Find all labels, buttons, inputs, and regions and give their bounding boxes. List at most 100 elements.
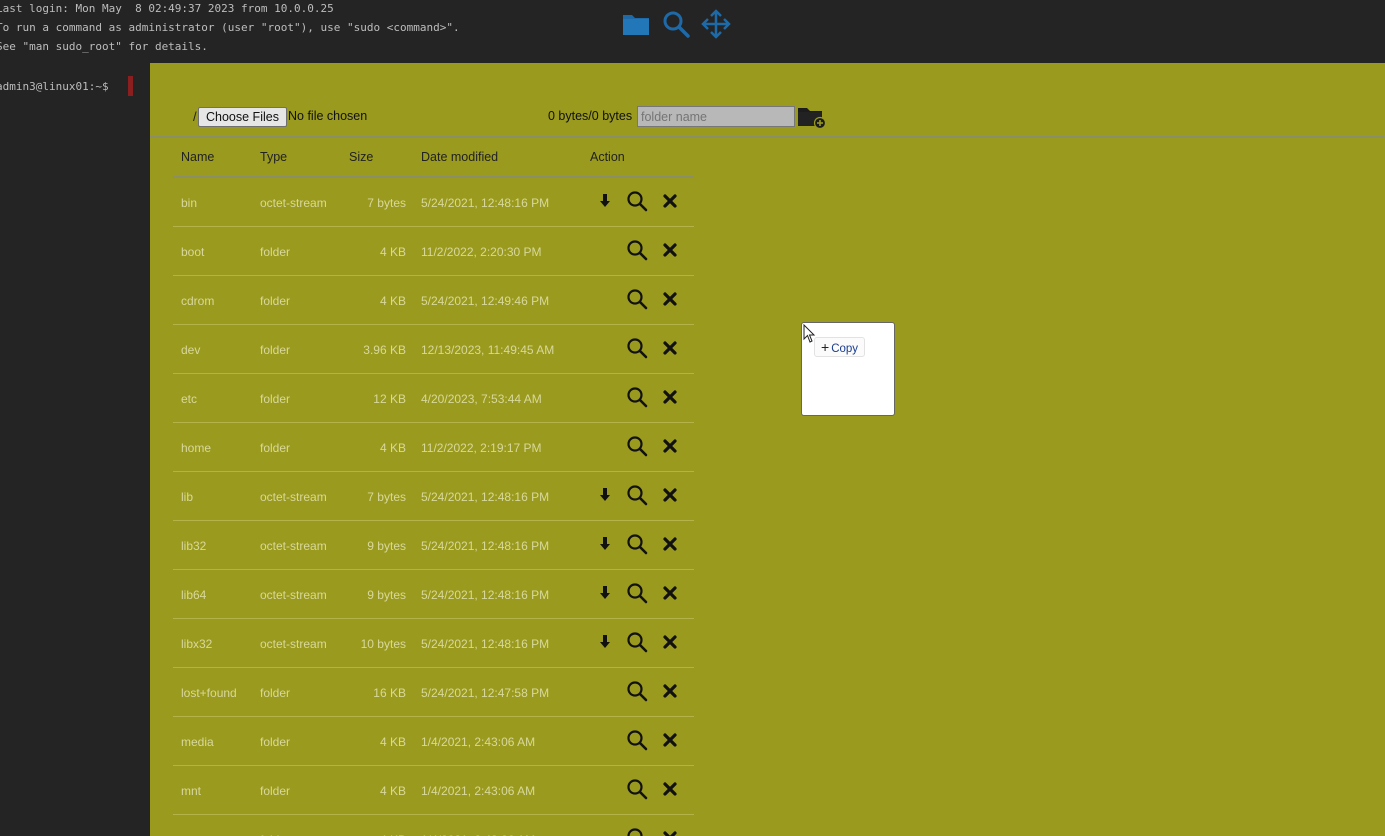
download-icon[interactable] bbox=[594, 190, 616, 212]
file-name[interactable]: lib64 bbox=[181, 588, 206, 602]
table-row[interactable]: optfolder4 KB1/4/2021, 2:43:06 AM bbox=[173, 815, 694, 836]
plus-icon: + bbox=[821, 339, 830, 355]
view-icon[interactable] bbox=[626, 190, 648, 212]
view-icon[interactable] bbox=[626, 680, 648, 702]
delete-icon[interactable] bbox=[659, 190, 681, 212]
file-size: 4 KB bbox=[379, 245, 406, 259]
file-date: 5/24/2021, 12:48:16 PM bbox=[421, 196, 550, 210]
choose-files-button[interactable]: Choose Files bbox=[198, 107, 287, 127]
file-name[interactable]: lost+found bbox=[181, 686, 237, 700]
file-type: folder bbox=[260, 245, 291, 259]
view-icon[interactable] bbox=[626, 533, 648, 555]
copy-button[interactable]: + Copy bbox=[814, 337, 866, 357]
search-icon[interactable] bbox=[660, 8, 692, 40]
table-row[interactable]: home folder 4 KB 11/2/2022, 2:19:17 PM bbox=[173, 423, 694, 472]
delete-icon[interactable] bbox=[659, 631, 681, 653]
file-type: octet-stream bbox=[260, 637, 327, 651]
file-date: 5/24/2021, 12:47:58 PM bbox=[421, 686, 550, 700]
file-name[interactable]: media bbox=[181, 735, 214, 749]
table-row[interactable]: lib32 octet-stream 9 bytes 5/24/2021, 12:48… bbox=[173, 521, 694, 570]
delete-icon[interactable] bbox=[659, 288, 681, 310]
table-row[interactable]: cdrom folder 4 KB 5/24/2021, 12:49:46 PM bbox=[173, 276, 694, 325]
delete-icon[interactable] bbox=[659, 680, 681, 702]
file-size: 10 bytes bbox=[360, 637, 406, 651]
delete-icon[interactable] bbox=[659, 484, 681, 506]
table-row[interactable]: mnt folder 4 KB 1/4/2021, 2:43:06 AM bbox=[173, 766, 694, 815]
file-size: 7 bytes bbox=[367, 196, 406, 210]
table-row[interactable]: boot folder 4 KB 11/2/2022, 2:20:30 PM bbox=[173, 227, 694, 276]
move-icon[interactable] bbox=[700, 8, 732, 40]
table-row[interactable]: etc folder 12 KB 4/20/2023, 7:53:44 AM bbox=[173, 374, 694, 423]
file-name[interactable]: libx32 bbox=[181, 637, 212, 651]
file-name[interactable]: lib32 bbox=[181, 539, 206, 553]
table-row[interactable]: lib64 octet-stream 9 bytes 5/24/2021, 12:48… bbox=[173, 570, 694, 619]
table-row[interactable]: media folder 4 KB 1/4/2021, 2:43:06 AM bbox=[173, 717, 694, 766]
delete-icon[interactable] bbox=[659, 827, 681, 836]
file-size: 7 bytes bbox=[367, 490, 406, 504]
file-date: 1/4/2021, 2:43:06 AM bbox=[421, 735, 536, 749]
view-icon[interactable] bbox=[626, 729, 648, 751]
upload-bar: / Choose Files No file chosen 0 bytes/0 … bbox=[150, 63, 1385, 138]
table-row[interactable]: lost+found folder 16 KB 5/24/2021, 12:47:58… bbox=[173, 668, 694, 717]
file-size: 3.96 KB bbox=[363, 343, 406, 357]
download-icon[interactable] bbox=[594, 582, 616, 604]
delete-icon[interactable] bbox=[659, 582, 681, 604]
file-name[interactable]: dev bbox=[181, 343, 200, 357]
view-icon[interactable] bbox=[626, 778, 648, 800]
folder-name-input[interactable] bbox=[637, 106, 795, 127]
view-icon[interactable] bbox=[626, 484, 648, 506]
copy-label: Copy bbox=[831, 343, 859, 355]
header-type[interactable]: Type bbox=[260, 150, 287, 164]
terminal-line: Last login: Mon May 8 02:49:37 2023 from… bbox=[0, 2, 334, 15]
delete-icon[interactable] bbox=[659, 435, 681, 457]
new-folder-icon[interactable] bbox=[797, 105, 827, 130]
file-date: 11/2/2022, 2:19:17 PM bbox=[421, 441, 542, 455]
file-name[interactable]: home bbox=[181, 441, 211, 455]
header-size[interactable]: Size bbox=[349, 150, 373, 164]
table-header: Name Type Size Date modified Action bbox=[173, 141, 694, 178]
file-name[interactable]: etc bbox=[181, 392, 197, 406]
file-name[interactable]: bin bbox=[181, 196, 197, 210]
delete-icon[interactable] bbox=[659, 533, 681, 555]
file-type: folder bbox=[260, 294, 291, 308]
table-body: bin octet-stream 7 bytes 5/24/2021, 12:48:1… bbox=[173, 178, 694, 836]
delete-icon[interactable] bbox=[659, 778, 681, 800]
file-name[interactable]: cdrom bbox=[181, 294, 214, 308]
view-icon[interactable] bbox=[626, 386, 648, 408]
view-icon[interactable] bbox=[626, 631, 648, 653]
download-icon[interactable] bbox=[594, 631, 616, 653]
table-row[interactable]: bin octet-stream 7 bytes 5/24/2021, 12:48:1… bbox=[173, 178, 694, 227]
file-date: 5/24/2021, 12:49:46 PM bbox=[421, 294, 550, 308]
terminal-prompt: admin3@linux01:~$ bbox=[0, 80, 116, 93]
table-row[interactable]: dev folder 3.96 KB 12/13/2023, 11:49:45 AM bbox=[173, 325, 694, 374]
table-row[interactable]: libx32 octet-stream 10 bytes 5/24/2021, 12:… bbox=[173, 619, 694, 668]
table-row[interactable]: lib octet-stream 7 bytes 5/24/2021, 12:48:1… bbox=[173, 472, 694, 521]
file-type: folder bbox=[260, 784, 291, 798]
file-size: 9 bytes bbox=[367, 588, 406, 602]
terminal-cursor bbox=[128, 76, 133, 96]
file-size: 12 KB bbox=[373, 392, 406, 406]
view-icon[interactable] bbox=[626, 239, 648, 261]
file-name[interactable]: mnt bbox=[181, 784, 201, 798]
view-icon[interactable] bbox=[626, 582, 648, 604]
download-icon[interactable] bbox=[594, 533, 616, 555]
file-name[interactable]: boot bbox=[181, 245, 204, 259]
upload-bytes: 0 bytes/0 bytes bbox=[548, 109, 633, 123]
header-name[interactable]: Name bbox=[181, 150, 214, 164]
view-icon[interactable] bbox=[626, 337, 648, 359]
header-date[interactable]: Date modified bbox=[421, 150, 498, 164]
file-name[interactable]: lib bbox=[181, 490, 193, 504]
file-date: 5/24/2021, 12:48:16 PM bbox=[421, 637, 550, 651]
view-icon[interactable] bbox=[626, 827, 648, 836]
delete-icon[interactable] bbox=[659, 386, 681, 408]
file-type: folder bbox=[260, 392, 291, 406]
view-icon[interactable] bbox=[626, 435, 648, 457]
path-prefix: / bbox=[193, 109, 197, 124]
folder-icon[interactable] bbox=[620, 8, 652, 40]
file-date: 5/24/2021, 12:48:16 PM bbox=[421, 588, 550, 602]
download-icon[interactable] bbox=[594, 484, 616, 506]
delete-icon[interactable] bbox=[659, 729, 681, 751]
delete-icon[interactable] bbox=[659, 239, 681, 261]
view-icon[interactable] bbox=[626, 288, 648, 310]
delete-icon[interactable] bbox=[659, 337, 681, 359]
